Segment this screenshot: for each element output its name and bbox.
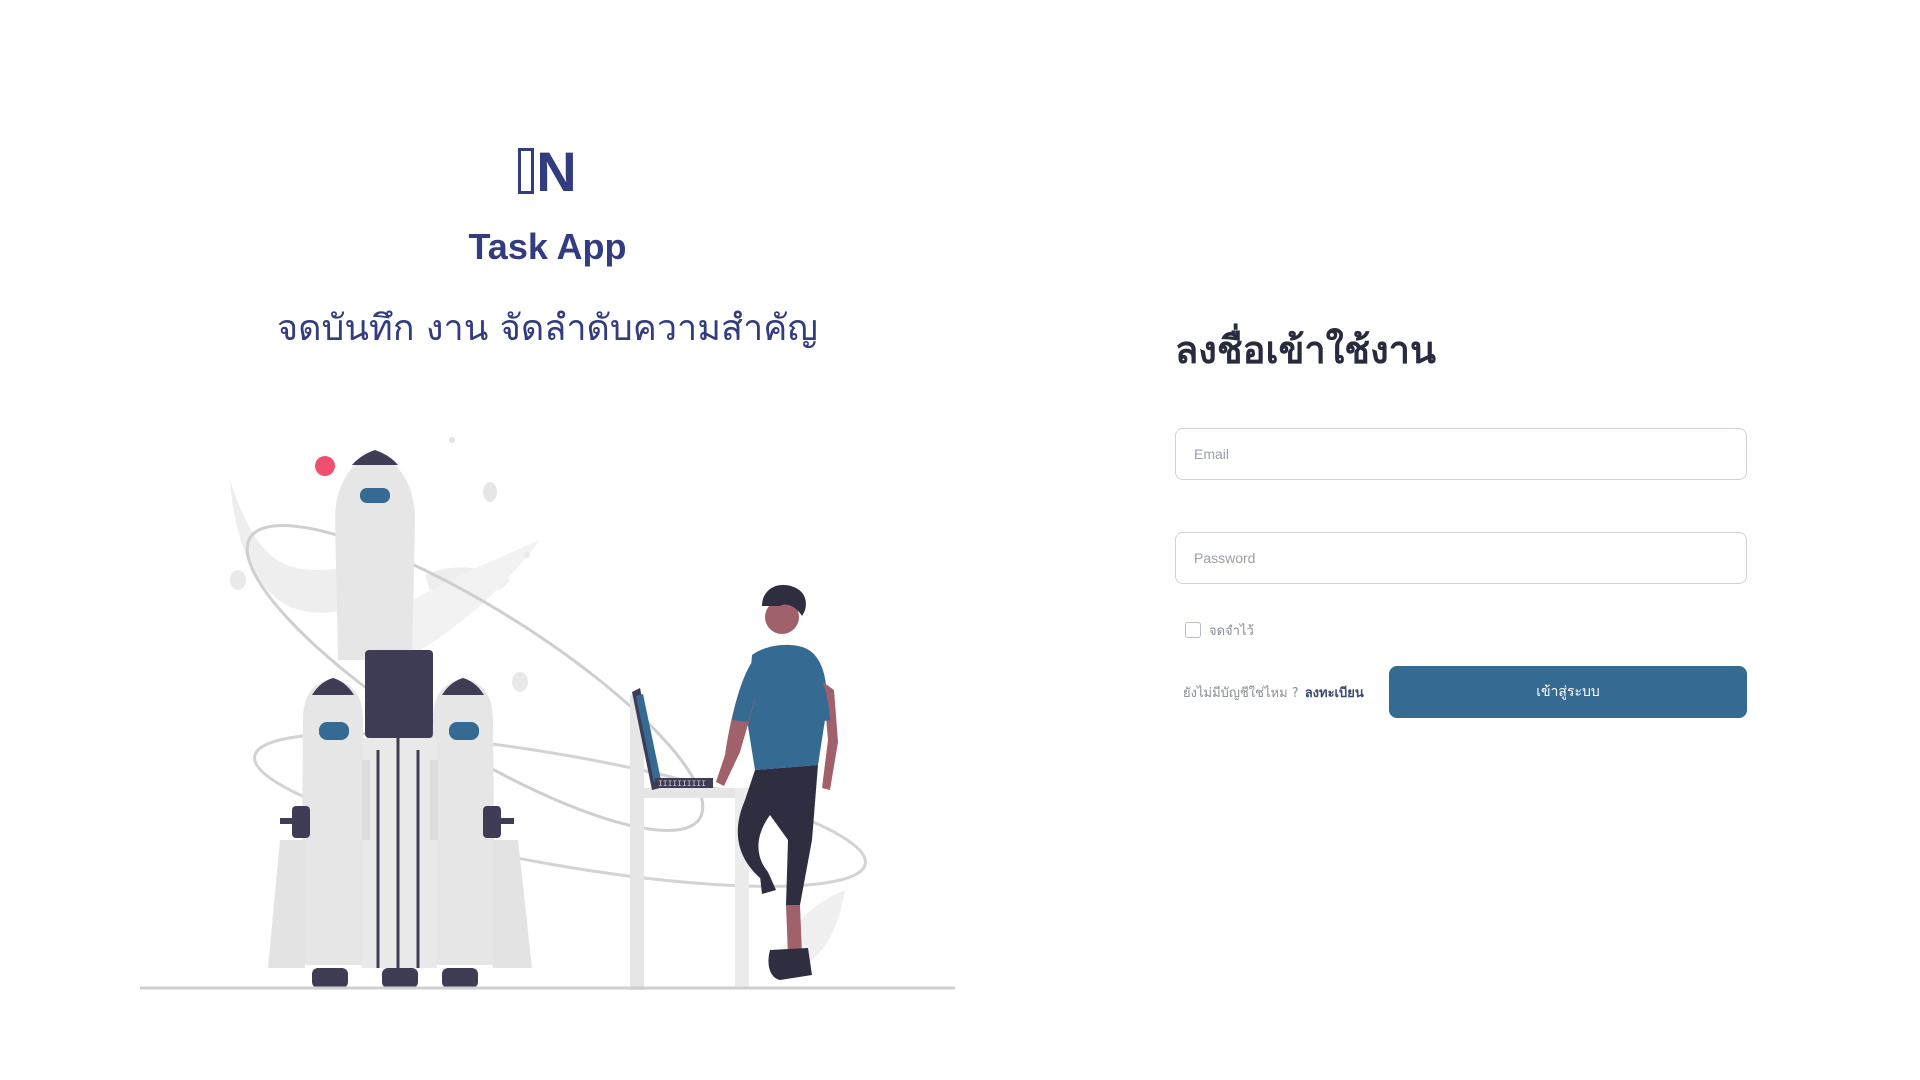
remember-label: จดจำไว้	[1209, 623, 1254, 639]
logo-letter: N	[536, 140, 577, 203]
password-input[interactable]	[1175, 532, 1747, 584]
login-form: ลงชื่อเข้าใช้งาน จดจำไว้ ยังไม่มีบัญชีใช…	[1175, 320, 1747, 718]
laptop-keyboard: IIIIIIIIII	[658, 780, 706, 789]
login-title: ลงชื่อเข้าใช้งาน	[1175, 328, 1436, 372]
login-page: N Task App จดบันทึก งาน จัดลำดับความสำคั…	[0, 0, 1920, 1080]
email-input[interactable]	[1175, 428, 1747, 480]
form-actions: ยังไม่มีบัญชีใช่ไหม ? ลงทะเบียน เข้าสู่ระ…	[1175, 666, 1747, 718]
rocket-launch-illustration: IIIIIIIIII	[140, 437, 955, 990]
logo-mark-icon	[518, 148, 535, 194]
no-account-text: ยังไม่มีบัญชีใช่ไหม ?	[1183, 685, 1299, 701]
remember-me: จดจำไว้	[1185, 620, 1747, 640]
brand-panel: N Task App จดบันทึก งาน จัดลำดับความสำคั…	[140, 0, 955, 1080]
login-button[interactable]: เข้าสู่ระบบ	[1389, 666, 1747, 718]
signup-prompt: ยังไม่มีบัญชีใช่ไหม ? ลงทะเบียน	[1183, 682, 1364, 703]
register-link[interactable]: ลงทะเบียน	[1305, 686, 1364, 701]
app-name: Task App	[468, 226, 627, 267]
app-tagline: จดบันทึก งาน จัดลำดับความสำคัญ	[277, 308, 818, 349]
remember-checkbox[interactable]	[1185, 622, 1201, 638]
app-logo: N	[140, 140, 955, 204]
